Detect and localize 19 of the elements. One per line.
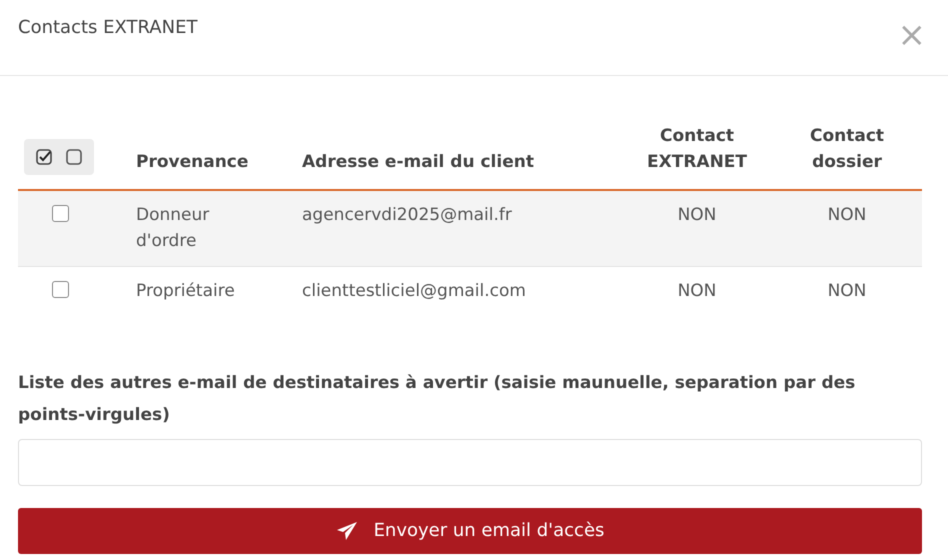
checked-box-icon: [36, 149, 52, 165]
table-cell: NON: [678, 281, 716, 301]
table-cell: NON: [678, 205, 716, 225]
other-emails-field[interactable]: [18, 438, 922, 486]
table-cell: agencervdi2025@mail.fr: [302, 205, 512, 225]
table-cell: NON: [828, 205, 866, 225]
table-cell: Propriétaire: [136, 281, 235, 301]
other-emails-label: Liste des autres e-mail de destinataires à avertir (saisie maunuelle, separation par des points-virgules): [18, 372, 856, 426]
row-checkbox[interactable]: [52, 205, 69, 222]
table-cell: clienttestliciel@gmail.com: [302, 281, 526, 301]
deselect-all-button[interactable]: [66, 149, 82, 165]
row-checkbox[interactable]: [52, 281, 69, 298]
table-cell: Donneur d'ordre: [136, 205, 210, 250]
paper-plane-icon: [336, 520, 358, 540]
table-cell: NON: [828, 281, 866, 301]
send-email-button[interactable]: Envoyer un email d'accès: [18, 508, 922, 554]
empty-box-icon: [66, 149, 82, 165]
dialog-title: Contacts EXTRANET: [18, 16, 198, 40]
select-all-button[interactable]: [36, 149, 52, 165]
